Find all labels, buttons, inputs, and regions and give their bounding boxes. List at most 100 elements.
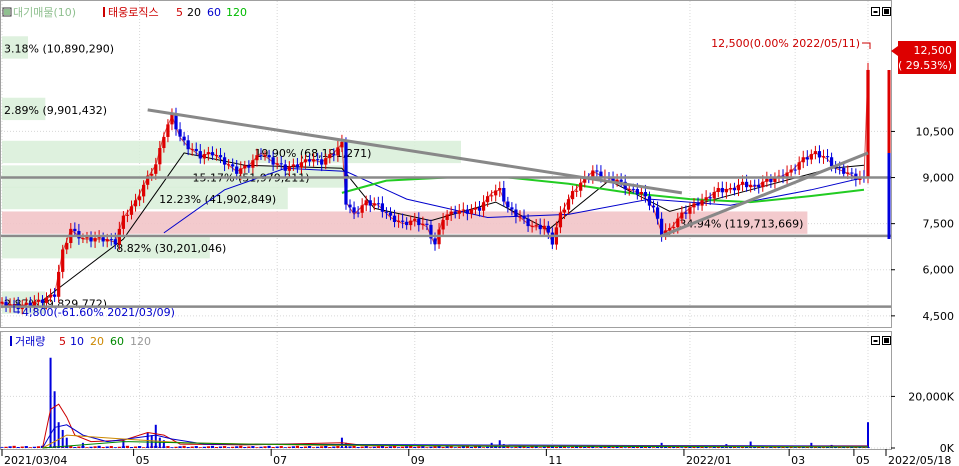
volume-bar <box>137 446 142 448</box>
candle-body <box>457 210 461 214</box>
volume-bar <box>392 446 397 448</box>
date-tick-label: 05 <box>136 454 150 466</box>
candle-body <box>235 166 239 174</box>
candle-body <box>376 203 380 205</box>
candle-body <box>182 136 186 141</box>
legend-stock-name: 태웅로직스 <box>108 6 159 19</box>
volume-bar <box>125 445 130 448</box>
candle-body <box>113 239 117 245</box>
volume-bar <box>73 446 77 448</box>
candle-body <box>303 159 308 163</box>
candle-body <box>178 129 182 137</box>
candle-body <box>490 195 494 197</box>
volume-bar <box>113 447 117 448</box>
volume-spike <box>498 440 501 448</box>
legend-ma5: 5 <box>176 6 183 19</box>
candle-body <box>259 155 263 157</box>
volume-spike <box>53 391 56 448</box>
candle-body <box>825 156 830 158</box>
bar-marker-icon <box>103 7 105 17</box>
legend-vol-ma5: 5 <box>59 335 66 348</box>
volume-bar <box>441 446 445 448</box>
candle-body <box>732 187 737 191</box>
candle-body <box>619 179 623 182</box>
volume-bar <box>129 446 134 448</box>
volume-bar <box>481 447 486 448</box>
candle-body <box>473 207 478 210</box>
volume-bar <box>133 446 138 448</box>
candle-body <box>61 249 65 272</box>
candle-body <box>546 225 550 233</box>
candle-body <box>267 155 271 158</box>
volume-bar <box>214 446 219 448</box>
volume-bar <box>384 446 389 448</box>
restore-icon[interactable] <box>882 7 891 16</box>
volume-bar <box>166 446 170 448</box>
volume-bar <box>433 446 437 448</box>
candle-body <box>575 190 579 192</box>
candle-body <box>724 188 728 193</box>
volume-bar <box>469 446 474 448</box>
candle-body <box>210 152 215 156</box>
volume-bar <box>364 446 368 448</box>
candle-body <box>283 164 287 171</box>
candle-body <box>320 159 324 165</box>
candle-body <box>805 157 809 160</box>
volume-bar <box>255 447 259 448</box>
candle-body <box>538 224 542 230</box>
candle-body <box>388 212 393 216</box>
candle-body <box>708 197 712 199</box>
minimize-icon[interactable] <box>871 336 880 345</box>
candle-body <box>239 168 243 174</box>
candle-body <box>635 189 639 195</box>
candle-body <box>595 170 599 172</box>
minimize-icon[interactable] <box>871 7 880 16</box>
candle-body <box>251 160 255 168</box>
candle-body <box>295 164 300 168</box>
candle-body <box>324 158 328 165</box>
last-price-change: ( 29.53%) <box>898 59 952 72</box>
candle-body <box>121 215 126 229</box>
volume-bar <box>0 447 4 448</box>
candle-body <box>514 209 518 217</box>
candle-body <box>631 188 635 190</box>
candle-body <box>81 238 85 240</box>
volume-bar <box>142 447 146 448</box>
restore-icon[interactable] <box>882 336 891 345</box>
volume-bar <box>332 446 336 448</box>
volume-bar <box>251 446 255 448</box>
legend-supply: 대기매물(10) <box>13 6 76 19</box>
candle-body <box>866 69 870 178</box>
candle-body <box>801 157 805 163</box>
legend-vol-ma120: 120 <box>130 335 151 348</box>
candle-body <box>129 206 134 215</box>
volume-bar <box>222 446 227 448</box>
volume-bar <box>295 445 300 448</box>
volume-spike <box>154 424 157 448</box>
volume-bar <box>457 446 461 448</box>
volume-profile-label: 2.89% (9,901,432) <box>4 104 107 117</box>
candle-body <box>696 203 700 206</box>
candle-body <box>52 294 57 297</box>
candle-body <box>101 237 105 242</box>
candle-body <box>336 147 340 156</box>
candle-body <box>506 201 510 208</box>
volume-bar <box>186 446 190 448</box>
candle-body <box>307 159 312 162</box>
candle-body <box>829 157 834 167</box>
volume-bar <box>226 447 231 448</box>
candle-body <box>226 164 231 166</box>
candle-body <box>109 239 113 241</box>
candle-body <box>311 159 316 162</box>
candle-body <box>651 205 656 208</box>
volume-bar <box>36 446 41 448</box>
candle-body <box>380 203 385 212</box>
volume-bar <box>445 446 449 448</box>
volume-bar <box>639 446 644 448</box>
candle-body <box>174 114 178 130</box>
candle-body <box>526 218 530 227</box>
volume-bar <box>117 446 121 448</box>
candle-body <box>263 155 267 157</box>
candle-body <box>97 237 101 239</box>
candle-body <box>728 187 733 189</box>
